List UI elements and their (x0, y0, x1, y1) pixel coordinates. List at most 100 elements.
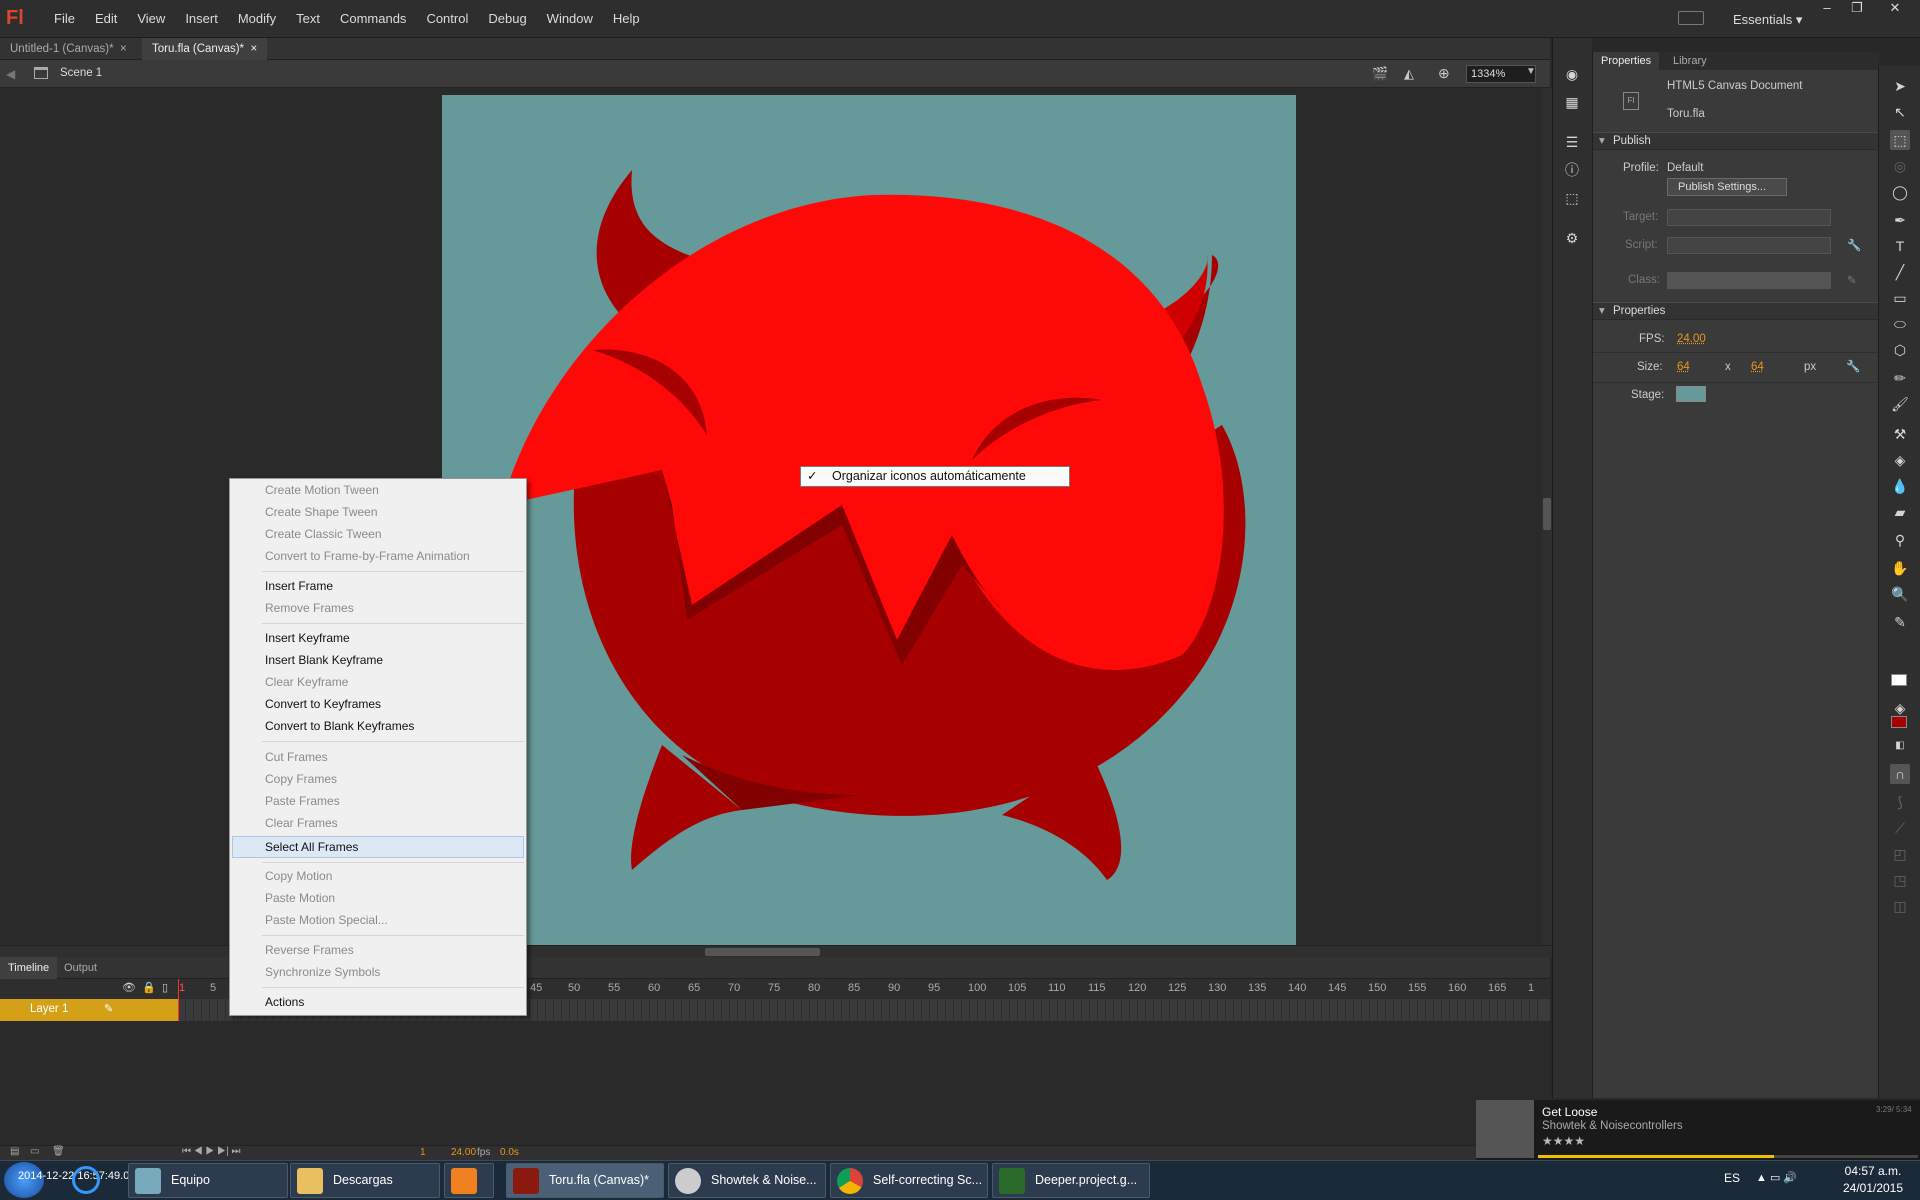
info-icon[interactable]: ⓘ (1562, 160, 1582, 180)
properties-section-header[interactable]: Properties (1593, 302, 1879, 320)
scroll-thumb[interactable] (705, 948, 820, 956)
rectangle-tool-icon[interactable]: ▭ (1890, 288, 1910, 308)
polystar-tool-icon[interactable]: ⬡ (1890, 340, 1910, 360)
stroke-color-icon[interactable]: ✎ (1890, 612, 1910, 632)
chevron-down-icon[interactable]: ▼ (1526, 66, 1536, 77)
current-frame[interactable]: 1 (420, 1147, 426, 1158)
trash-icon[interactable]: 🗑 (52, 1146, 65, 1157)
devil-character-artwork[interactable] (442, 95, 1296, 945)
pencil-icon[interactable]: ✎ (104, 1002, 113, 1015)
fps-value[interactable]: 24.00 (451, 1147, 476, 1158)
smooth-icon[interactable]: ⟆ (1890, 792, 1910, 812)
menu-item-insert-blank-keyframe[interactable]: Insert Blank Keyframe (265, 649, 383, 671)
folder-icon[interactable]: ▭ (30, 1146, 39, 1157)
stage[interactable] (442, 95, 1296, 945)
menu-insert[interactable]: Insert (175, 0, 228, 38)
elapsed-time[interactable]: 0.0s (500, 1147, 519, 1158)
track-rating[interactable]: ★★★★ (1542, 1134, 1585, 1148)
wrench-icon[interactable]: 🔧 (1847, 238, 1861, 252)
menu-item-insert-frame[interactable]: Insert Frame (265, 575, 333, 597)
center-stage-icon[interactable]: ⊕ (1438, 65, 1450, 82)
option-icon[interactable]: ◫ (1890, 896, 1910, 916)
clock-time[interactable]: 04:57 a.m. (1838, 1164, 1908, 1178)
taskbar-flash[interactable]: Toru.fla (Canvas)* (506, 1163, 664, 1198)
menu-item-create-shape-tween[interactable]: Create Shape Tween (265, 501, 378, 523)
subselection-tool-icon[interactable]: ↖ (1890, 102, 1910, 122)
align-icon[interactable]: ☰ (1562, 132, 1582, 152)
menu-item-cut-frames[interactable]: Cut Frames (265, 746, 328, 768)
brush-tool-icon[interactable]: 🖌 (1890, 394, 1910, 414)
back-arrow-icon[interactable]: ◀ (6, 67, 15, 81)
selection-tool-icon[interactable]: ➤ (1890, 76, 1910, 96)
pencil-tool-icon[interactable]: ✏ (1890, 368, 1910, 388)
taskbar-deeper[interactable]: Deeper.project.g... (992, 1163, 1150, 1198)
workspace-switcher[interactable]: Essentials ▾ (1733, 12, 1802, 28)
scroll-thumb[interactable] (1543, 498, 1551, 530)
height-input[interactable]: 64 (1751, 361, 1764, 373)
menu-view[interactable]: View (127, 0, 175, 38)
eraser-tool-icon[interactable]: ▰ (1890, 502, 1910, 522)
fill-color-swatch[interactable] (1891, 716, 1907, 728)
components-icon[interactable]: ⚙ (1562, 228, 1582, 248)
menu-edit[interactable]: Edit (85, 0, 127, 38)
pencil-icon[interactable]: ✎ (1847, 273, 1857, 287)
3d-rotation-tool-icon[interactable]: ◎ (1890, 156, 1910, 176)
text-tool-icon[interactable]: T (1890, 236, 1910, 256)
taskbar-showtek[interactable]: Showtek & Noise... (668, 1163, 826, 1198)
layer-header[interactable]: Layer 1 ✎ (0, 999, 178, 1021)
publish-section-header[interactable]: Publish (1593, 132, 1879, 150)
ie-icon[interactable] (72, 1166, 100, 1194)
tab-library[interactable]: Library (1667, 52, 1713, 70)
menu-commands[interactable]: Commands (330, 0, 416, 38)
edit-symbols-icon[interactable]: ◭ (1404, 66, 1414, 82)
stage-vertical-scrollbar[interactable] (1542, 88, 1552, 945)
menu-item-select-all-frames[interactable]: Select All Frames (265, 836, 358, 858)
edit-scene-icon[interactable]: 🎬 (1372, 66, 1388, 82)
menu-modify[interactable]: Modify (228, 0, 286, 38)
lock-icon[interactable]: 🔒 (142, 981, 156, 994)
menu-item-convert-to-blank-keyframes[interactable]: Convert to Blank Keyframes (265, 715, 414, 737)
menu-text[interactable]: Text (286, 0, 330, 38)
sync-settings-icon[interactable] (1678, 11, 1704, 25)
tab-untitled[interactable]: Untitled-1 (Canvas)* × (0, 38, 137, 60)
taskbar-chrome[interactable]: Self-correcting Sc... (830, 1163, 988, 1198)
menu-item-reverse-frames[interactable]: Reverse Frames (265, 939, 354, 961)
menu-item-insert-keyframe[interactable]: Insert Keyframe (265, 627, 350, 649)
restore-button[interactable]: ❐ (1846, 0, 1868, 18)
swatches-icon[interactable]: ▦ (1562, 92, 1582, 112)
line-tool-icon[interactable]: ╱ (1890, 262, 1910, 282)
zoom-tool-icon[interactable]: 🔍 (1890, 584, 1910, 604)
outline-icon[interactable]: ▯ (162, 981, 168, 994)
stage-color-swatch[interactable] (1676, 386, 1706, 402)
menu-item-create-classic-tween[interactable]: Create Classic Tween (265, 523, 382, 545)
publish-settings-button[interactable]: Publish Settings... (1667, 178, 1787, 196)
transform-icon[interactable]: ⬚ (1562, 188, 1582, 208)
script-dropdown[interactable] (1667, 237, 1831, 254)
menu-file[interactable]: File (44, 0, 85, 38)
menu-item-convert-to-keyframes[interactable]: Convert to Keyframes (265, 693, 381, 715)
stroke-color-swatch[interactable] (1891, 674, 1907, 686)
menu-item-remove-frames[interactable]: Remove Frames (265, 597, 354, 619)
menu-item-clear-frames[interactable]: Clear Frames (265, 812, 338, 834)
new-layer-icon[interactable]: ▤ (10, 1146, 19, 1157)
pen-tool-icon[interactable]: ✒ (1890, 210, 1910, 230)
class-input[interactable] (1667, 272, 1831, 289)
width-input[interactable]: 64 (1677, 361, 1690, 373)
wrench-icon[interactable]: 🔧 (1846, 359, 1860, 373)
tab-timeline[interactable]: Timeline (0, 957, 58, 979)
tab-toru[interactable]: Toru.fla (Canvas)* × (142, 38, 268, 60)
eyedropper-tool-icon[interactable]: 💧 (1890, 476, 1910, 496)
close-icon[interactable]: × (250, 43, 257, 55)
lasso-tool-icon[interactable]: ◯ (1890, 182, 1910, 202)
progress-track[interactable] (1538, 1155, 1918, 1158)
minimize-button[interactable]: – (1816, 0, 1838, 18)
straighten-icon[interactable]: ⟋ (1890, 818, 1910, 838)
oval-tool-icon[interactable]: ⬭ (1890, 314, 1910, 334)
menu-item-copy-frames[interactable]: Copy Frames (265, 768, 337, 790)
taskbar-descargas[interactable]: Descargas (290, 1163, 440, 1198)
hand-tool-icon[interactable]: ✋ (1890, 558, 1910, 578)
menu-item-create-motion-tween[interactable]: Create Motion Tween (265, 479, 379, 501)
playback-controls-icon[interactable]: ⏮ ◀ ▶ ▶| ⏭ (182, 1146, 240, 1157)
auto-arrange-icons-tooltip[interactable]: ✓ Organizar iconos automáticamente (800, 466, 1070, 487)
swap-colors-icon[interactable]: ◧ (1890, 736, 1910, 756)
